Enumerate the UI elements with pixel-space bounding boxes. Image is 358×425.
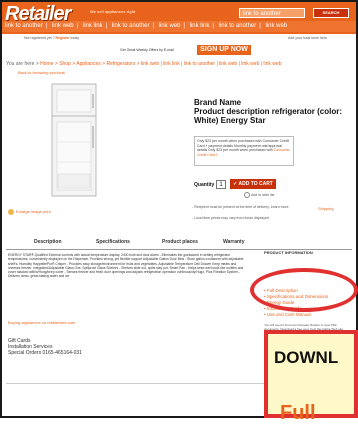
wishlist-link[interactable]: Add to wish list xyxy=(244,192,274,198)
site-tagline: We sell appliances right xyxy=(90,9,136,14)
email-signup-label: Get Great Weekly Offers by E-mail xyxy=(120,48,174,52)
top-nav: link to another | link web | link link | li… xyxy=(2,21,356,32)
register-prefix: Not registered yet ? xyxy=(24,36,55,40)
enlarge-icon xyxy=(8,209,14,215)
search-button[interactable]: SEARCH xyxy=(313,8,349,18)
quantity-input[interactable]: 1 xyxy=(216,180,226,189)
enlarge-image-link[interactable]: Enlarge image print xyxy=(8,209,51,215)
callout-subtitle: Full xyxy=(280,402,316,424)
price-note: - Local time prices may vary from those … xyxy=(192,216,269,220)
search-input[interactable]: link to another xyxy=(239,8,305,18)
sign-up-button[interactable]: SIGN UP NOW xyxy=(197,45,251,55)
delivery-note: - Recipient must be present at the time … xyxy=(192,205,289,209)
use-care-manual-link[interactable]: • Use and Care Manual xyxy=(264,312,328,318)
buying-link[interactable]: Buying appliances on retailerweb.com xyxy=(8,320,75,325)
register-suffix: today xyxy=(70,36,80,40)
nav-link[interactable]: link link xyxy=(190,23,210,29)
register-prompt: Not registered yet ? Register today xyxy=(24,36,79,40)
add-to-cart-label: ADD TO CART xyxy=(238,181,273,187)
enlarge-label: Enlarge image print xyxy=(16,209,51,215)
breadcrumb: You are here > Home > Shop > Appliances … xyxy=(6,59,352,70)
callout-title: DOWNL xyxy=(274,348,339,367)
quantity-label: Quantity xyxy=(194,182,215,188)
nav-link[interactable]: link web xyxy=(52,23,74,29)
wishlist-label: Add to wish list xyxy=(251,192,275,197)
product-info-heading: PRODUCT INFORMATION xyxy=(264,250,313,255)
brand-name: Brand Name xyxy=(194,98,242,107)
account-bar: Not registered yet ? Register today Add … xyxy=(2,34,356,43)
product-image[interactable] xyxy=(34,82,114,202)
services-list: Gift Cards Installation Services Special… xyxy=(8,338,82,356)
product-title: Product description refrigerator (color:… xyxy=(194,107,343,125)
tab-specifications[interactable]: Specifications xyxy=(96,239,130,245)
promo-box: Only $23 per month when purchased with C… xyxy=(194,136,294,166)
nav-link[interactable]: link web xyxy=(266,23,288,29)
description-text: ENERGY STAR® Qualified External controls… xyxy=(8,253,244,279)
special-orders-text: Special Orders 0165-465164-031 xyxy=(8,350,82,356)
add-to-cart-button[interactable]: ✓ ADD TO CART xyxy=(230,179,276,189)
find-store-link[interactable]: Add your local store here xyxy=(288,36,327,40)
tab-description[interactable]: Description xyxy=(34,239,62,245)
breadcrumb-trail[interactable]: Home > Shop > Appliances > Refrigerators… xyxy=(40,61,281,67)
register-link[interactable]: Register xyxy=(56,36,70,40)
highlight-circle xyxy=(250,268,358,312)
breadcrumb-prefix: You are here > xyxy=(6,61,39,67)
wishlist-icon xyxy=(244,192,250,198)
download-callout: DOWNL Full xyxy=(264,330,358,424)
nav-link[interactable]: link link xyxy=(83,23,103,29)
product-tabs: Description Specifications Product place… xyxy=(2,238,356,248)
back-to-products-link[interactable]: Back to browsing products xyxy=(18,70,65,75)
email-signup: Get Great Weekly Offers by E-mail SIGN U… xyxy=(2,45,356,57)
nav-link[interactable]: link to another xyxy=(219,23,257,29)
tab-product-places[interactable]: Product places xyxy=(162,239,198,245)
tab-warranty[interactable]: Warranty xyxy=(223,239,245,245)
site-header: Retailer We sell appliances right link t… xyxy=(2,2,356,34)
shipping-link[interactable]: Shipping xyxy=(318,206,334,211)
nav-link[interactable]: link web xyxy=(159,23,181,29)
nav-link[interactable]: link to another xyxy=(5,23,43,29)
nav-link[interactable]: link to another xyxy=(112,23,150,29)
